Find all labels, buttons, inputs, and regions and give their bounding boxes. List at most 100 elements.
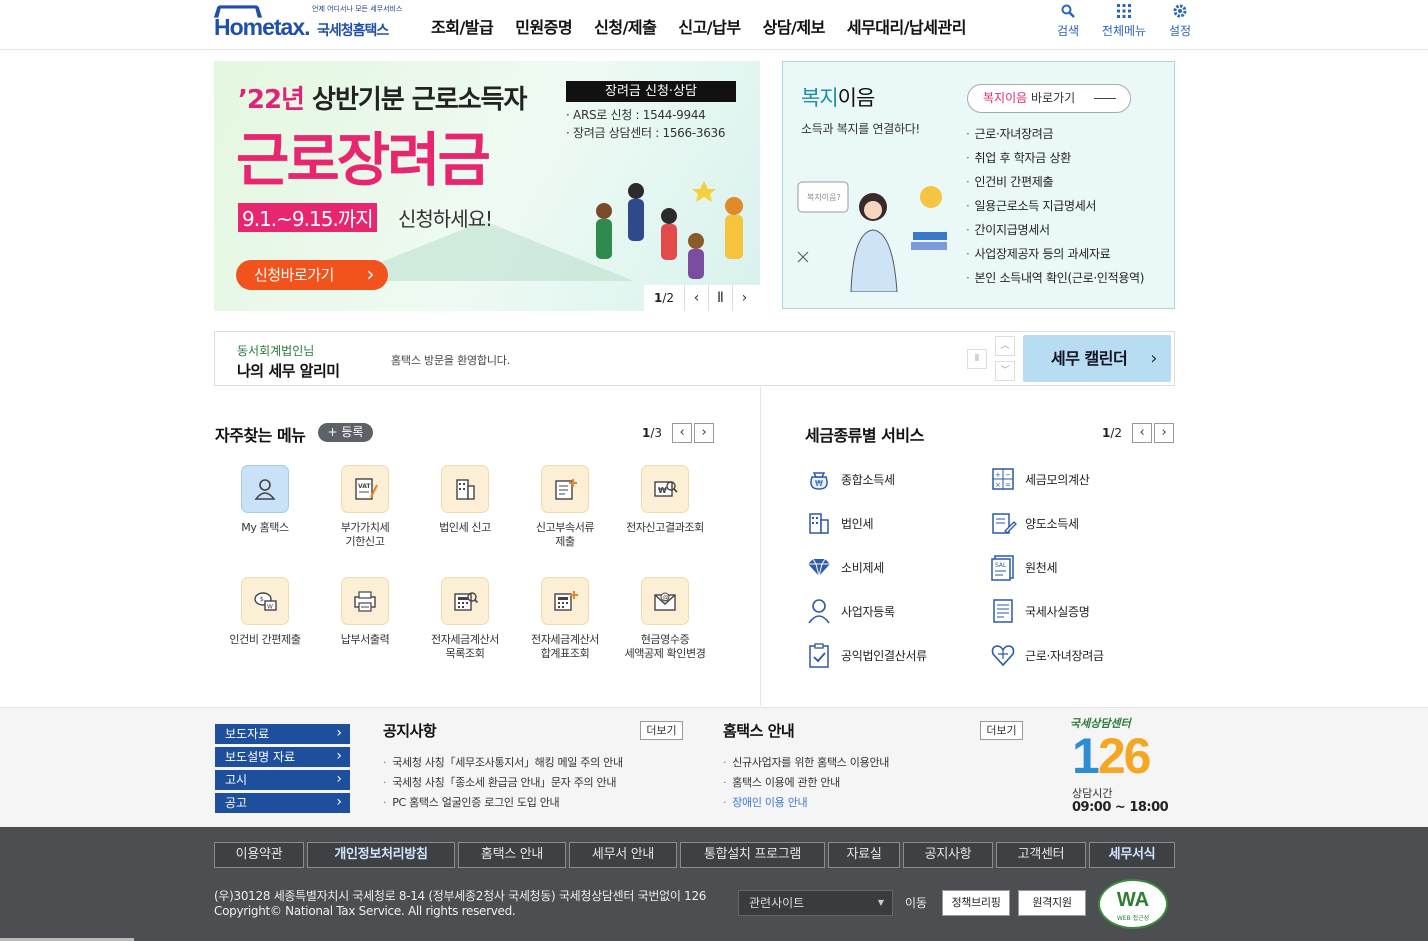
banner-ars: · ARS로 신청 : 1544-9944 <box>566 108 706 122</box>
guide-item[interactable]: 신규사업자를 위한 홈택스 이용안내 <box>723 753 889 773</box>
nav-certificate[interactable]: 민원증명 <box>515 14 572 38</box>
guide-item[interactable]: 홈택스 이용에 관한 안내 <box>723 773 889 793</box>
guide-item[interactable]: 장애인 이용 안내 <box>723 793 889 813</box>
press-release-button[interactable]: 보도자료 <box>215 723 350 744</box>
full-menu-button[interactable]: 전체메뉴 <box>1101 4 1147 39</box>
hometax-logo[interactable]: 언제 어디서나 모든 세무서비스 Hometax. 국세청홈택스 <box>213 2 404 46</box>
tax-calendar-button[interactable]: 세무 캘린더 <box>1023 335 1171 382</box>
apply-shortcut-button[interactable]: 신청바로가기 <box>236 259 388 290</box>
register-favorite-button[interactable]: + 등록 <box>318 423 373 442</box>
calculator-icon: + −× = <box>992 468 1014 490</box>
chevron-right-icon[interactable]: › <box>1154 423 1175 443</box>
consult-center-126: 국세상담센터 126 상담시간 09:00 ~ 18:00 <box>1070 715 1180 820</box>
footer-customer-center[interactable]: 고객센터 <box>996 842 1086 868</box>
tax-service-label: 원천세 <box>1025 560 1058 575</box>
favorite-labor-cost[interactable]: W $ 인건비 간편제출 <box>215 577 315 647</box>
welfare-item[interactable]: 취업 후 학자금 상환 <box>966 146 1144 170</box>
tax-service-label: 세금모의계산 <box>1025 472 1090 487</box>
footer-hometax-guide[interactable]: 홈택스 안내 <box>458 842 566 868</box>
tax-service-simulation[interactable]: + − × = 세금모의계산 <box>989 465 1090 493</box>
announcement-button[interactable]: 공고 <box>215 792 350 813</box>
related-sites-select[interactable]: 관련사이트 <box>738 890 893 916</box>
banner-center: · 장려금 상담센터 : 1566-3636 <box>566 126 726 140</box>
tax-service-label: 근로·자녀장려금 <box>1025 648 1104 663</box>
heart-icon <box>991 645 1015 667</box>
chevron-down-icon[interactable]: ﹀ <box>995 361 1015 381</box>
policy-briefing-link[interactable]: 정책브리핑 <box>942 890 1010 916</box>
favorite-e-invoice-list[interactable]: 전자세금계산서 목록조회 <box>415 577 515 661</box>
full-menu-label: 전체메뉴 <box>1101 24 1147 38</box>
footer-tax-forms[interactable]: 세무서식 <box>1089 842 1175 868</box>
main-banner[interactable]: ’22년 상반기분 근로소득자 근로장려금 9.1.~9.15.까지 신청하세요… <box>214 61 760 311</box>
favorite-e-report-result[interactable]: ₩ 전자신고결과조회 <box>615 465 715 535</box>
footer-office-guide[interactable]: 세무서 안내 <box>569 842 677 868</box>
tax-service-label: 사업자등록 <box>841 604 895 619</box>
welfare-figure-text: 복지이음? <box>807 192 841 202</box>
favorites-title: 자주찾는 메뉴 <box>215 426 306 445</box>
favorite-corporate-tax[interactable]: 법인세 신고 <box>415 465 515 535</box>
footer-privacy[interactable]: 개인정보처리방침 <box>307 842 455 868</box>
guide-more-button[interactable]: 더보기 <box>980 721 1023 740</box>
favorite-payment-print[interactable]: 납부서출력 <box>315 577 415 647</box>
footer-address: (우)30128 세종특별자치시 국세청로 8-14 (정부세종2청사 국세청동… <box>214 889 706 919</box>
chevron-left-icon[interactable]: ‹ <box>672 423 693 443</box>
press-explanation-button[interactable]: 보도설명 자료 <box>215 746 350 767</box>
tax-service-business-registration[interactable]: 사업자등록 <box>805 597 895 625</box>
banner-pager: 1/2 ‹ Ⅱ › <box>644 285 760 311</box>
tax-service-consumption-tax[interactable]: 소비제세 <box>805 553 884 581</box>
footer-archive[interactable]: 자료실 <box>828 842 900 868</box>
tax-service-withholding-tax[interactable]: SAL 원천세 <box>989 553 1058 581</box>
chevron-left-icon[interactable]: ‹ <box>684 285 708 311</box>
banner-main-title: 근로장려금 <box>236 126 491 194</box>
welfare-item[interactable]: 인건비 간편제출 <box>966 170 1144 194</box>
welfare-item[interactable]: 사업장제공자 등의 과세자료 <box>966 242 1144 266</box>
notice-item[interactable]: 국세청 사칭「세무조사통지서」해킹 메일 주의 안내 <box>383 753 623 773</box>
welfare-list: 근로·자녀장려금 취업 후 학자금 상환 인건비 간편제출 일용근로소득 지급명… <box>966 122 1145 290</box>
nav-consult[interactable]: 상담/제보 <box>763 14 826 38</box>
notice-item[interactable]: 국세청 사칭「종소세 환급금 안내」문자 주의 안내 <box>383 773 623 793</box>
search-label: 검색 <box>1056 24 1080 38</box>
chevron-right-icon[interactable]: › <box>732 285 756 311</box>
chevron-left-icon[interactable]: ‹ <box>1132 423 1153 443</box>
nav-agent[interactable]: 세무대리/납세관리 <box>847 14 967 38</box>
tax-services-pager: 1/2 ‹ › <box>1102 423 1175 443</box>
notice-item[interactable]: PC 홈택스 얼굴인증 로그인 도입 안내 <box>383 793 623 813</box>
search-button[interactable]: 검색 <box>1045 4 1091 39</box>
favorite-e-invoice-summary[interactable]: 전자세금계산서 합계표조회 <box>515 577 615 661</box>
svg-text:SAL: SAL <box>995 562 1007 569</box>
settings-button[interactable]: 설정 <box>1157 4 1203 39</box>
chevron-up-icon[interactable]: ︿ <box>995 336 1015 356</box>
notice-title: 공지사항 <box>383 722 437 740</box>
welfare-item[interactable]: 간이지급명세서 <box>966 218 1144 242</box>
footer-notices[interactable]: 공지사항 <box>903 842 993 868</box>
tax-service-earned-income-credit[interactable]: 근로·자녀장려금 <box>989 641 1104 669</box>
notice-more-button[interactable]: 더보기 <box>640 721 683 740</box>
public-notice-button[interactable]: 고시 <box>215 769 350 790</box>
footer-install-program[interactable]: 통합설치 프로그램 <box>680 842 825 868</box>
nav-application[interactable]: 신청/제출 <box>594 14 657 38</box>
welfare-shortcut-button[interactable]: 복지이음 바로가기 <box>967 84 1131 113</box>
logo-nts: 국세청홈택스 <box>317 23 389 39</box>
tax-service-corporate-tax[interactable]: 법인세 <box>805 509 874 537</box>
remote-support-button[interactable]: 원격지원 <box>1018 890 1086 916</box>
related-go-button[interactable]: 이동 <box>896 890 936 916</box>
welfare-item[interactable]: 근로·자녀장려금 <box>966 122 1144 146</box>
nav-inquiry[interactable]: 조회/발급 <box>431 14 494 38</box>
favorite-my-hometax[interactable]: My 홈택스 <box>215 465 315 535</box>
nav-report-pay[interactable]: 신고/납부 <box>678 14 741 38</box>
chevron-right-icon[interactable]: › <box>694 423 715 443</box>
pause-icon[interactable]: Ⅱ <box>708 285 732 311</box>
tax-service-transfer-tax[interactable]: 양도소득세 <box>989 509 1079 537</box>
pause-icon[interactable]: Ⅱ <box>967 349 987 369</box>
tax-service-fact-certificate[interactable]: 국세사실증명 <box>989 597 1090 625</box>
favorite-cash-receipt[interactable]: @ 현금영수증 세액공제 확인변경 <box>615 577 715 661</box>
welfare-item[interactable]: 본인 소득내역 확인(근로·인적용역) <box>966 266 1145 290</box>
favorite-label: 전자신고결과조회 <box>626 521 704 534</box>
tax-service-income-tax[interactable]: ₩ 종합소득세 <box>805 465 895 493</box>
favorite-attached-docs[interactable]: 신고부속서류 제출 <box>515 465 615 549</box>
welfare-item[interactable]: 일용근로소득 지급명세서 <box>966 194 1144 218</box>
logo-hometax: Hometax. <box>214 14 311 40</box>
tax-service-public-corp-docs[interactable]: 공익법인결산서류 <box>805 641 927 669</box>
footer-terms[interactable]: 이용약관 <box>214 842 304 868</box>
favorite-vat-report[interactable]: VAT 부가가치세 기한신고 <box>315 465 415 549</box>
